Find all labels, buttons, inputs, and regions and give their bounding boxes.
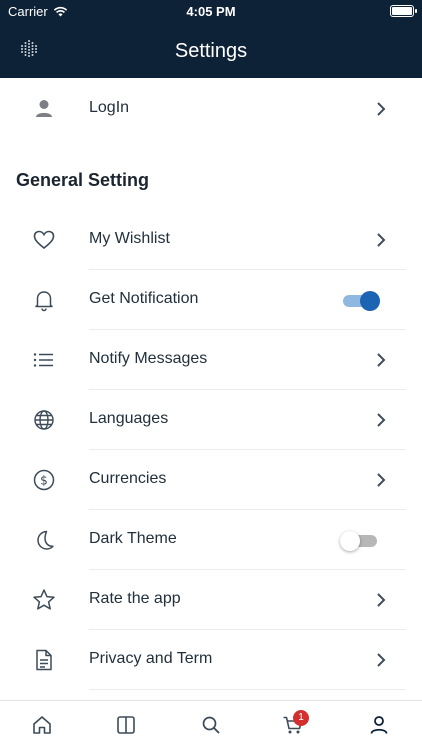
person-icon xyxy=(36,100,52,117)
setting-row-notification: Get Notification xyxy=(0,270,422,330)
chevron-right-icon xyxy=(377,233,386,247)
setting-row-dark-theme: Dark Theme xyxy=(0,510,422,570)
bell-icon xyxy=(35,291,53,312)
book-icon[interactable] xyxy=(114,713,138,737)
setting-label: Languages xyxy=(89,410,169,427)
home-icon[interactable] xyxy=(30,713,54,737)
svg-text:$: $ xyxy=(40,474,48,488)
toggle-knob xyxy=(340,531,360,551)
bottom-tab-bar xyxy=(0,700,422,750)
section-title-general: General Setting xyxy=(16,170,150,190)
document-icon xyxy=(36,649,52,671)
moon-icon xyxy=(37,530,54,550)
toggle-knob xyxy=(360,291,380,311)
chevron-right-icon xyxy=(377,653,386,667)
setting-row-currencies[interactable]: $ Currencies xyxy=(0,450,422,510)
setting-label: Dark Theme xyxy=(89,530,177,547)
heart-icon xyxy=(33,230,55,250)
chevron-right-icon xyxy=(377,353,386,367)
top-bar: Carrier 4:05 PM Settings xyxy=(0,0,422,78)
setting-row-languages[interactable]: Languages xyxy=(0,390,422,450)
setting-label: Notify Messages xyxy=(89,350,208,367)
chevron-right-icon xyxy=(377,102,386,116)
setting-row-wishlist[interactable]: My Wishlist xyxy=(0,210,422,270)
search-icon[interactable] xyxy=(199,713,223,737)
cart-badge: 1 xyxy=(293,710,309,726)
globe-icon xyxy=(34,410,54,430)
page-title: Settings xyxy=(174,40,248,62)
setting-row-rate-app[interactable]: Rate the app xyxy=(0,570,422,630)
profile-icon[interactable] xyxy=(367,713,391,737)
clock: 4:05 PM xyxy=(186,4,236,19)
setting-label: My Wishlist xyxy=(89,230,170,247)
star-icon xyxy=(33,589,55,610)
status-bar: Carrier 4:05 PM xyxy=(0,0,422,22)
notification-toggle[interactable] xyxy=(343,290,381,311)
setting-label: Rate the app xyxy=(89,590,181,607)
setting-label: Privacy and Term xyxy=(89,650,213,667)
setting-row-privacy[interactable]: Privacy and Term xyxy=(0,630,422,690)
dollar-icon: $ xyxy=(33,469,55,491)
login-row[interactable]: LogIn xyxy=(0,79,422,139)
battery-icon xyxy=(390,5,417,17)
setting-row-messages[interactable]: Notify Messages xyxy=(0,330,422,390)
list-icon xyxy=(33,353,53,367)
setting-label: Get Notification xyxy=(89,290,199,307)
row-divider xyxy=(89,689,406,690)
chevron-right-icon xyxy=(377,413,386,427)
dark-theme-toggle[interactable] xyxy=(340,530,381,551)
setting-label: Currencies xyxy=(89,470,167,487)
chevron-right-icon xyxy=(377,593,386,607)
login-label: LogIn xyxy=(89,99,130,116)
chevron-right-icon xyxy=(377,473,386,487)
